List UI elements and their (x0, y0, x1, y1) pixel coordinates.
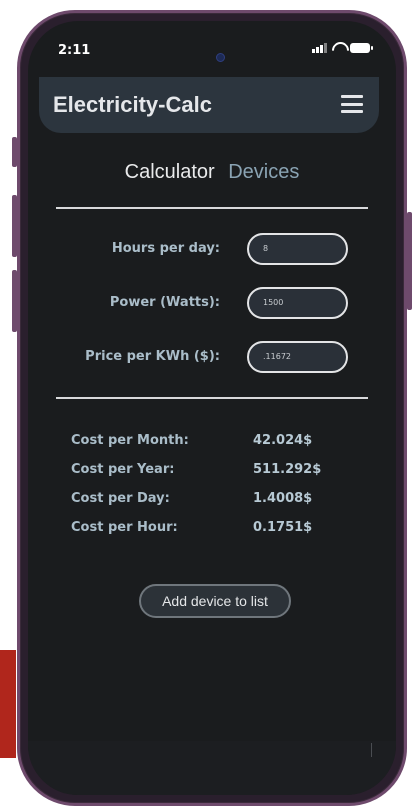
cost-per-day-label: Cost per Day: (71, 491, 170, 506)
scroll-indicator (371, 743, 372, 757)
phone-power-button (407, 212, 412, 310)
cost-per-year-label: Cost per Year: (71, 462, 175, 477)
cost-per-day-value: 1.4008$ (253, 491, 313, 506)
phone-frame: 2:11 Electricity-Calc Calculator Devices… (17, 10, 407, 806)
cost-per-month-label: Cost per Month: (71, 433, 189, 448)
phone-screen: 2:11 Electricity-Calc Calculator Devices… (28, 21, 396, 795)
top-divider (56, 207, 368, 209)
tab-calculator[interactable]: Calculator (125, 161, 215, 184)
battery-icon (350, 42, 373, 53)
result-row-year: Cost per Year: 511.292$ (71, 462, 321, 491)
cost-per-month-value: 42.024$ (253, 433, 313, 448)
power-watts-row: Power (Watts): 1500 (28, 287, 396, 321)
results-list: Cost per Month: 42.024$ Cost per Year: 5… (71, 433, 321, 549)
cost-per-hour-value: 0.1751$ (253, 520, 313, 535)
cost-per-hour-label: Cost per Hour: (71, 520, 178, 535)
tab-bar: Calculator Devices (28, 161, 396, 184)
hours-per-day-row: Hours per day: 8 (28, 233, 396, 267)
bottom-divider (56, 397, 368, 399)
hours-per-day-label: Hours per day: (111, 241, 220, 256)
app-title: Electricity-Calc (53, 92, 212, 117)
app-bar: Electricity-Calc (39, 77, 379, 133)
add-device-button[interactable]: Add device to list (139, 584, 291, 618)
hamburger-menu-icon[interactable] (341, 95, 363, 113)
status-icons (312, 42, 373, 53)
cellular-signal-icon (312, 42, 327, 53)
background-red-block (0, 650, 16, 758)
bottom-area (28, 741, 396, 795)
power-watts-input[interactable]: 1500 (247, 287, 348, 319)
result-row-day: Cost per Day: 1.4008$ (71, 491, 321, 520)
status-bar: 2:11 (28, 21, 396, 73)
price-per-kwh-label: Price per KWh ($): (85, 349, 220, 364)
status-time: 2:11 (58, 43, 91, 58)
tab-devices[interactable]: Devices (228, 161, 299, 184)
result-row-month: Cost per Month: 42.024$ (71, 433, 321, 462)
price-per-kwh-input[interactable]: .11672 (247, 341, 348, 373)
power-watts-label: Power (Watts): (109, 295, 220, 310)
front-camera-icon (216, 53, 225, 62)
hours-per-day-input[interactable]: 8 (247, 233, 348, 265)
price-per-kwh-row: Price per KWh ($): .11672 (28, 341, 396, 375)
wifi-icon (332, 42, 345, 53)
cost-per-year-value: 511.292$ (253, 462, 322, 477)
result-row-hour: Cost per Hour: 0.1751$ (71, 520, 321, 549)
